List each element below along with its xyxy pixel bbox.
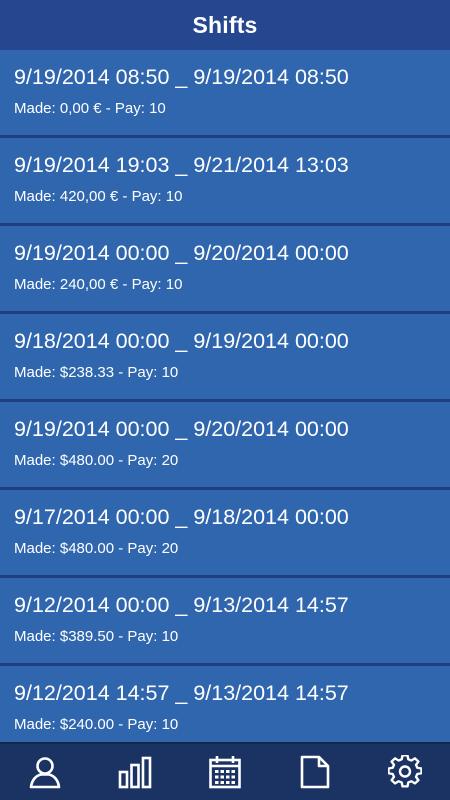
shift-list[interactable]: 9/19/2014 08:50 _ 9/19/2014 08:50 Made: … — [0, 50, 450, 744]
shift-earnings: Made: 0,00 € - Pay: 10 — [14, 100, 166, 117]
tab-reports[interactable] — [90, 744, 180, 800]
shift-list-item[interactable]: 9/19/2014 00:00 _ 9/20/2014 00:00 Made: … — [0, 402, 450, 487]
document-icon — [300, 755, 330, 789]
shift-date-range: 9/17/2014 00:00 _ 9/18/2014 00:00 — [14, 505, 349, 529]
shift-earnings: Made: $480.00 - Pay: 20 — [14, 540, 179, 557]
shift-earnings: Made: 420,00 € - Pay: 10 — [14, 188, 183, 205]
shift-list-item[interactable]: 9/19/2014 19:03 _ 9/21/2014 13:03 Made: … — [0, 138, 450, 223]
tab-calendar[interactable] — [180, 744, 270, 800]
shift-earnings: Made: $480.00 - Pay: 20 — [14, 452, 179, 469]
shift-date-range: 9/19/2014 08:50 _ 9/19/2014 08:50 — [14, 65, 349, 89]
shift-earnings: Made: $389.50 - Pay: 10 — [14, 628, 179, 645]
gear-icon — [388, 755, 422, 788]
page-title: Shifts — [192, 11, 258, 38]
shift-earnings: Made: $240.00 - Pay: 10 — [14, 716, 179, 733]
bar-chart-icon — [118, 756, 152, 789]
shift-list-item[interactable]: 9/19/2014 08:50 _ 9/19/2014 08:50 Made: … — [0, 50, 450, 135]
tab-documents[interactable] — [270, 744, 360, 800]
shift-date-range: 9/19/2014 00:00 _ 9/20/2014 00:00 — [14, 241, 349, 265]
shift-list-item[interactable]: 9/17/2014 00:00 _ 9/18/2014 00:00 Made: … — [0, 490, 450, 575]
user-icon — [29, 757, 61, 789]
shift-date-range: 9/19/2014 19:03 _ 9/21/2014 13:03 — [14, 153, 349, 177]
tab-settings[interactable] — [360, 744, 450, 800]
shift-earnings: Made: 240,00 € - Pay: 10 — [14, 276, 183, 293]
shift-list-item[interactable]: 9/12/2014 14:57 _ 9/13/2014 14:57 Made: … — [0, 666, 450, 744]
shift-date-range: 9/12/2014 00:00 _ 9/13/2014 14:57 — [14, 593, 349, 617]
shift-date-range: 9/12/2014 14:57 _ 9/13/2014 14:57 — [14, 681, 349, 705]
bottom-tab-bar — [0, 742, 450, 800]
app-header: Shifts — [0, 0, 450, 50]
shift-list-item[interactable]: 9/19/2014 00:00 _ 9/20/2014 00:00 Made: … — [0, 226, 450, 311]
tab-profile[interactable] — [0, 744, 90, 800]
calendar-icon — [209, 756, 241, 789]
shift-date-range: 9/18/2014 00:00 _ 9/19/2014 00:00 — [14, 329, 349, 353]
shift-list-item[interactable]: 9/12/2014 00:00 _ 9/13/2014 14:57 Made: … — [0, 578, 450, 663]
shift-earnings: Made: $238.33 - Pay: 10 — [14, 364, 179, 381]
shift-list-item[interactable]: 9/18/2014 00:00 _ 9/19/2014 00:00 Made: … — [0, 314, 450, 399]
shift-date-range: 9/19/2014 00:00 _ 9/20/2014 00:00 — [14, 417, 349, 441]
